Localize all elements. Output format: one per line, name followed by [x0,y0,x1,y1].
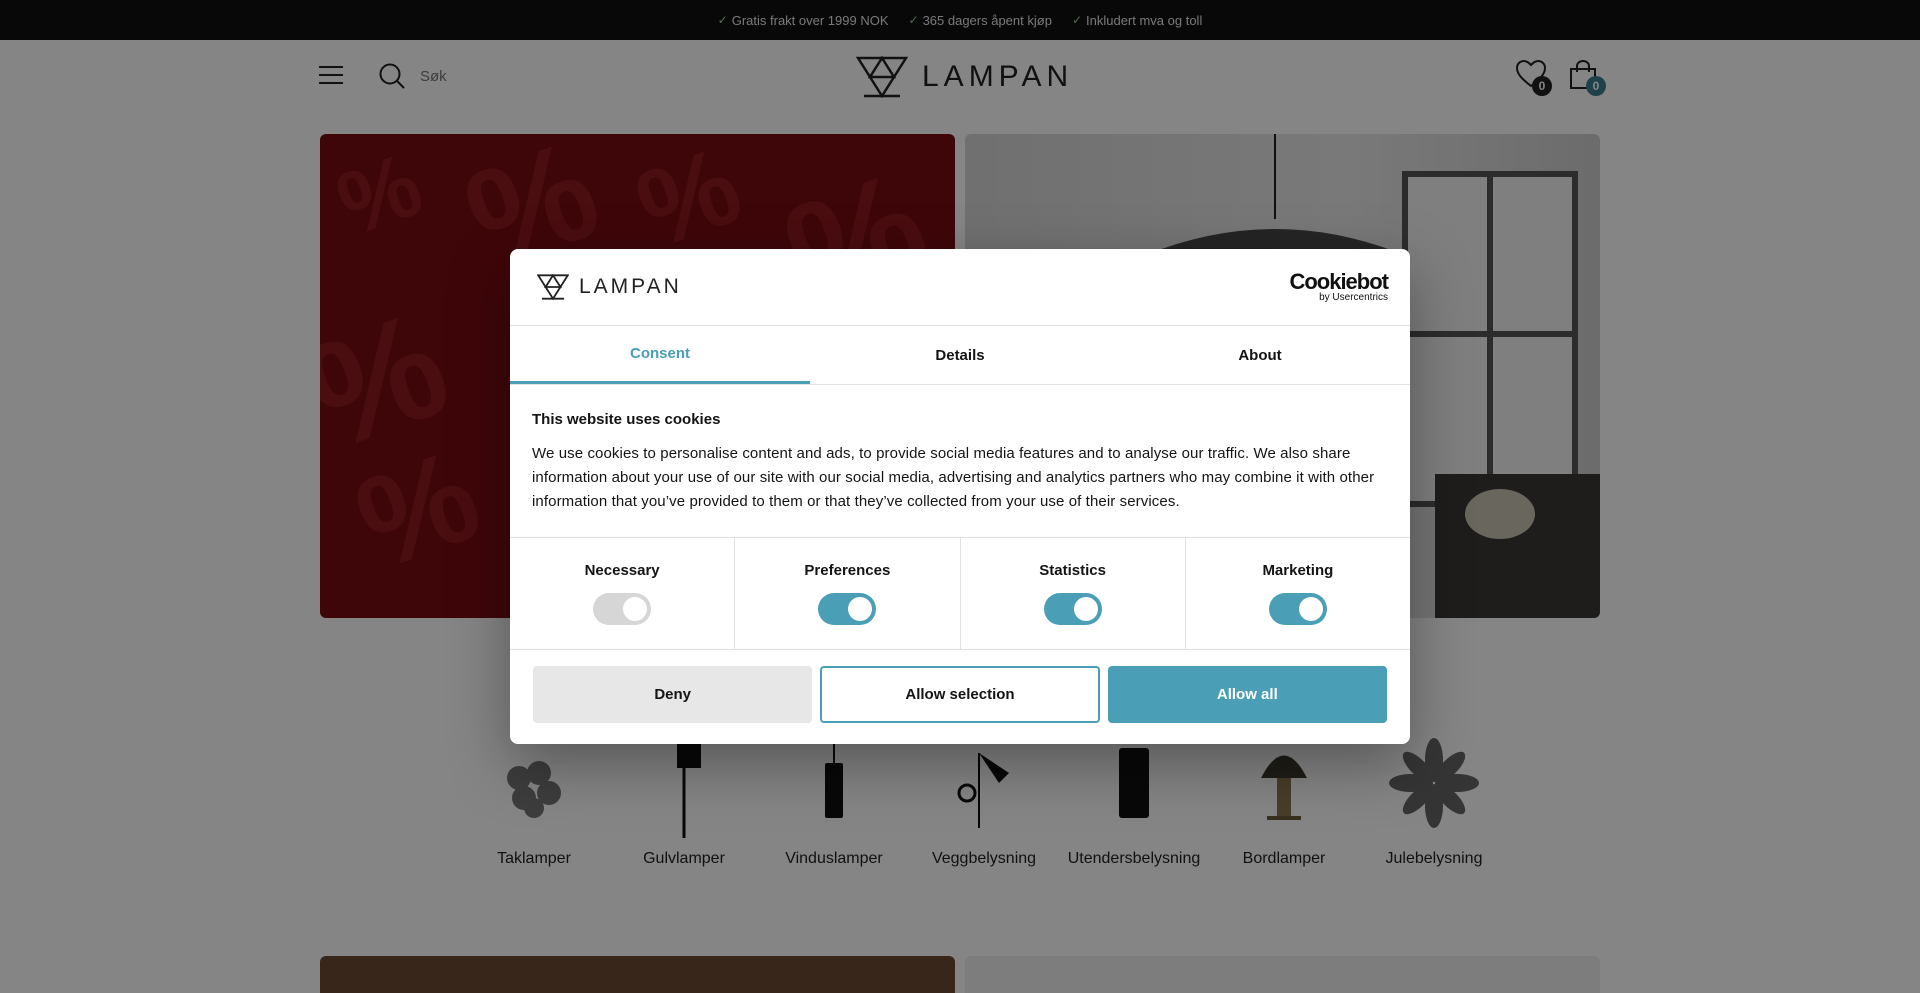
allow-selection-button[interactable]: Allow selection [820,666,1100,723]
toggle-marketing: Marketing [1186,538,1410,649]
marketing-switch[interactable] [1268,593,1327,625]
necessary-switch [593,593,652,625]
toggle-label: Preferences [804,562,891,579]
toggle-preferences: Preferences [735,538,961,649]
lampan-logo-icon [537,273,569,301]
tab-consent[interactable]: Consent [510,326,810,384]
dialog-logo-text: LAMPAN [579,275,682,298]
tab-details[interactable]: Details [810,326,1110,384]
consent-description: We use cookies to personalise content an… [532,445,1375,510]
cookie-consent-dialog: LAMPAN Cookiebot by Usercentrics Consent… [510,249,1410,744]
dialog-actions: Deny Allow selection Allow all [510,650,1410,739]
cookiebot-logo[interactable]: Cookiebot by Usercentrics [1289,269,1389,303]
toggle-necessary: Necessary [510,538,736,649]
dialog-logo: LAMPAN [537,273,682,301]
toggle-label: Marketing [1262,562,1334,579]
allow-all-button[interactable]: Allow all [1107,666,1387,723]
cookie-category-toggles: Necessary Preferences Statistics Marketi… [510,537,1410,650]
dialog-tabs: Consent Details About [510,326,1410,385]
toggle-label: Necessary [584,562,660,579]
toggle-statistics: Statistics [961,538,1186,649]
cookiebot-tagline: by Usercentrics [1319,292,1388,303]
dialog-header: LAMPAN Cookiebot by Usercentrics [510,249,1410,326]
tab-about[interactable]: About [1110,326,1410,384]
preferences-switch[interactable] [818,593,877,625]
consent-title: This website uses cookies [532,411,721,428]
toggle-label: Statistics [1039,562,1106,579]
deny-button[interactable]: Deny [533,666,813,723]
statistics-switch[interactable] [1043,593,1102,625]
cookiebot-wordmark: Cookiebot [1289,269,1389,294]
consent-body: This website uses cookies We use cookies… [510,385,1410,537]
